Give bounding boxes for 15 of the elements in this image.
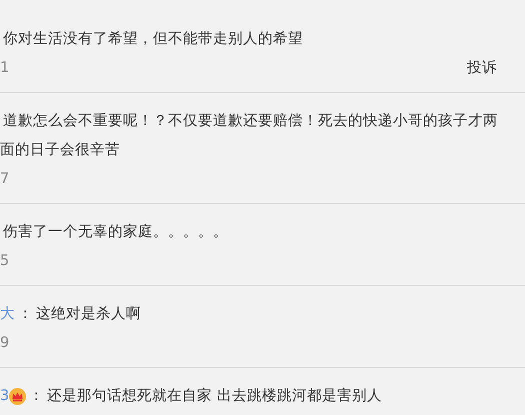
colon: ：: [17, 305, 34, 324]
comment-text: 伤害了一个无辜的家庭。。。。。: [3, 222, 228, 242]
username-link[interactable]: 3: [0, 382, 10, 411]
like-count: 7: [0, 170, 10, 190]
colon: ：: [28, 387, 46, 406]
like-count: 9: [0, 334, 10, 354]
like-count: 1: [0, 59, 10, 78]
username-link[interactable]: 大: [0, 300, 15, 329]
comment-text: 你对生活没有了希望，但不能带走别人的希望: [3, 30, 303, 49]
comment-text: 还是那句话想死就在自家 出去跳楼跳河都是害别人: [47, 386, 382, 406]
like-count: 5: [0, 252, 10, 272]
comment-text: 道歉怎么会不重要呢！？不仅要道歉还要赔偿！死去的快递小哥的孩子才两: [3, 112, 498, 131]
comment-text: 面的日子会很辛苦: [0, 140, 120, 160]
report-link[interactable]: 投诉: [467, 58, 497, 80]
comment-text: 这绝对是杀人啊: [36, 305, 141, 324]
